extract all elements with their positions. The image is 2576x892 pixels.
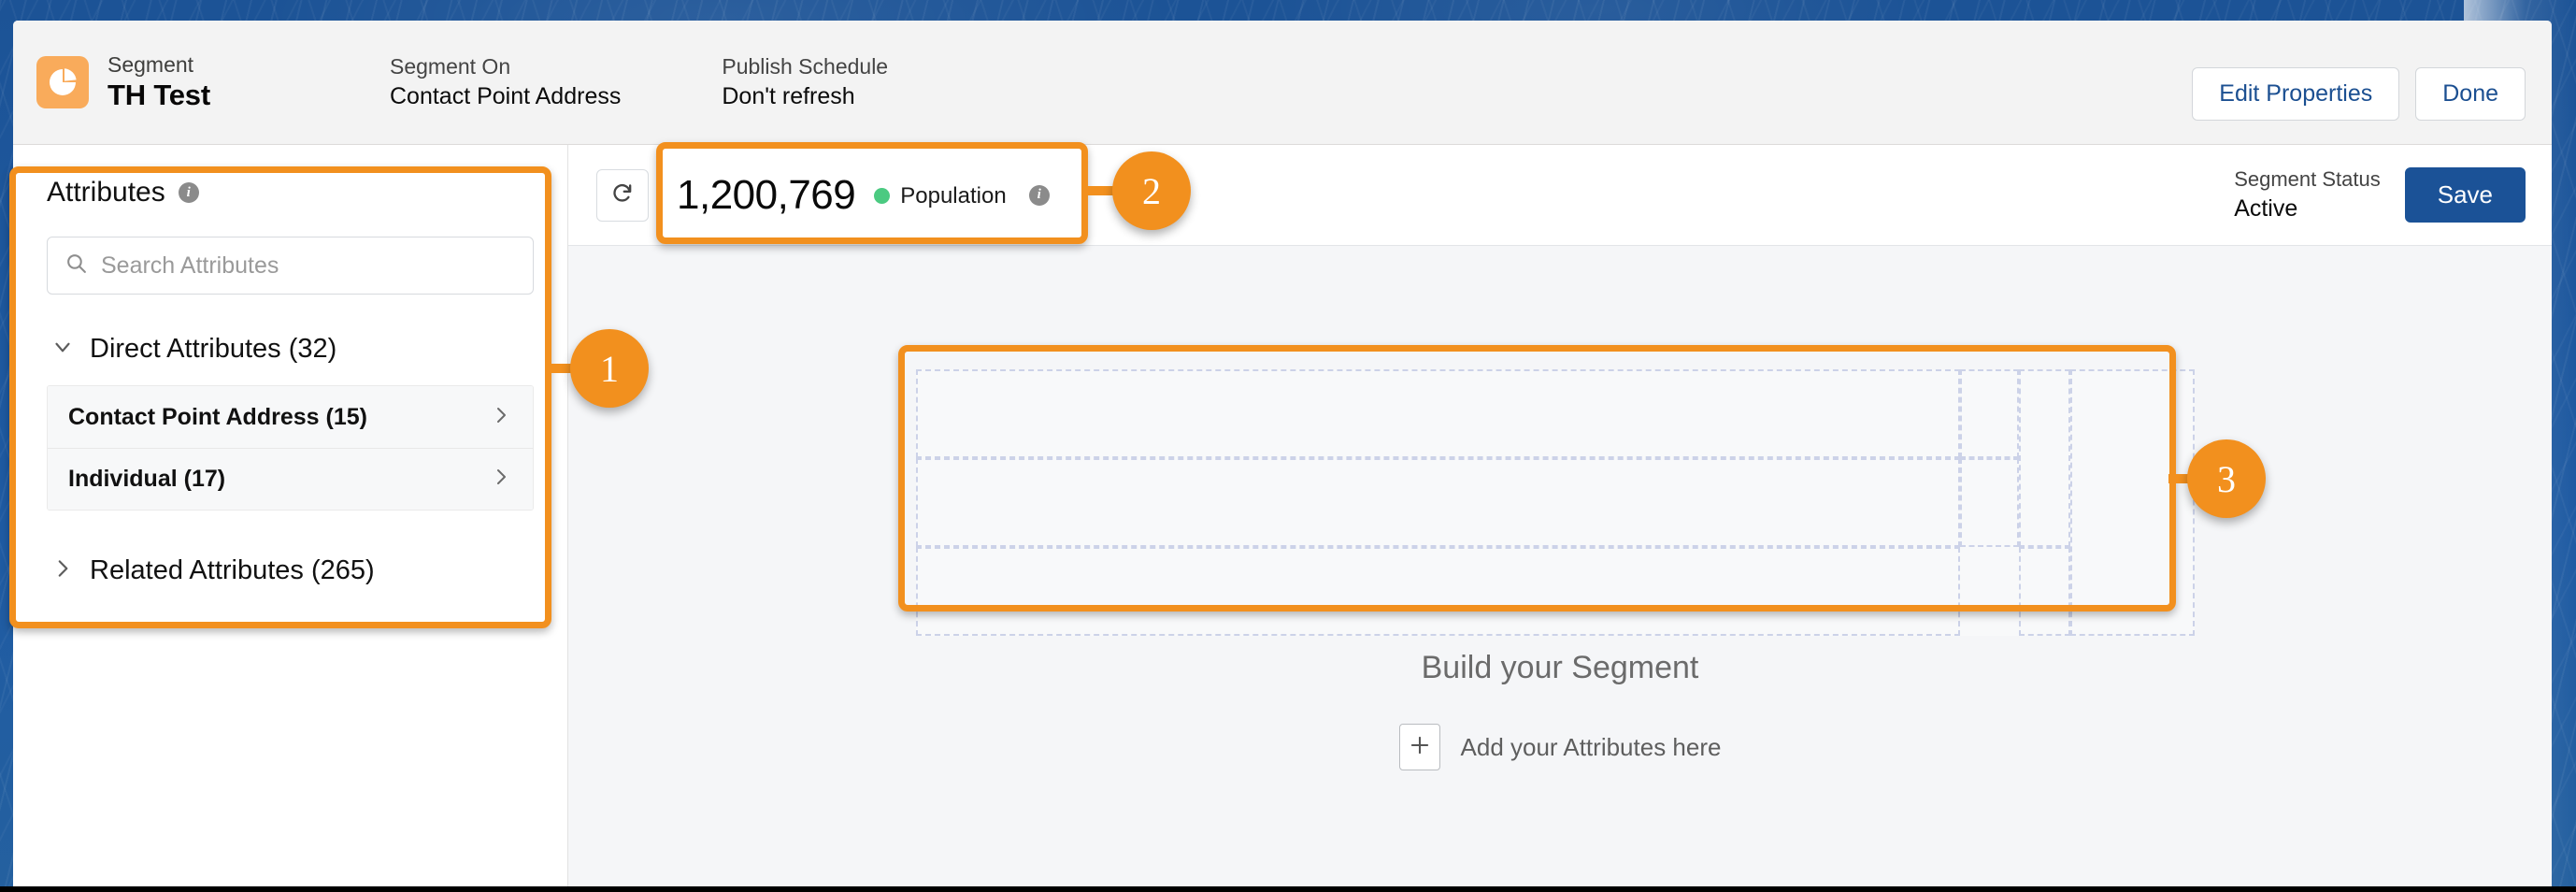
app-window: Segment TH Test Segment On Contact Point… (13, 21, 2552, 888)
canvas-toolbar: 1,200,769 Population i Segment Status Ac… (568, 145, 2552, 246)
placeholder-cell (1960, 547, 2019, 636)
population-legend-label: Population (900, 182, 1007, 209)
status-badge: Segment Status Active (2234, 166, 2381, 223)
population-info-icon[interactable]: i (1028, 184, 1050, 206)
population-dot-icon (874, 188, 891, 204)
placeholder-cell (1960, 458, 2019, 547)
placeholder-cell (2019, 547, 2070, 636)
placeholder-column-main (916, 369, 1960, 636)
placeholder-cell (916, 547, 1960, 636)
chevron-right-icon (50, 556, 75, 585)
meta-publish-schedule-value: Don't refresh (722, 82, 855, 109)
annotation-badge-3: 3 (2187, 439, 2266, 518)
annotation-badge-1: 1 (570, 329, 649, 408)
attribute-item-label: Individual (17) (68, 466, 226, 492)
plus-icon (1408, 733, 1432, 762)
attribute-item-label: Contact Point Address (15) (68, 403, 367, 430)
direct-attributes-list: Contact Point Address (15) Individual (1… (47, 385, 534, 511)
placeholder-cell (2070, 369, 2195, 636)
page-title: TH Test (107, 79, 210, 112)
save-button[interactable]: Save (2404, 167, 2526, 223)
placeholder-cell (916, 369, 1960, 458)
meta-publish-schedule: Publish Schedule Don't refresh (722, 53, 888, 111)
segment-status-label: Segment Status (2234, 166, 2381, 191)
list-item[interactable]: Contact Point Address (15) (48, 386, 533, 448)
attributes-title: Attributes (47, 177, 165, 208)
brand-text: Segment TH Test (107, 51, 210, 113)
attribute-group-related-label: Related Attributes (265) (90, 555, 375, 585)
placeholder-cell (2019, 369, 2070, 547)
screenshot-root: Segment TH Test Segment On Contact Point… (0, 0, 2576, 892)
edit-properties-button[interactable]: Edit Properties (2192, 67, 2400, 121)
add-attributes-button[interactable] (1398, 724, 1440, 770)
population-legend-top: Population (874, 182, 1007, 209)
refresh-icon (609, 180, 636, 210)
segment-canvas-placeholder[interactable] (916, 369, 2195, 636)
empty-state-subtitle: Add your Attributes here (1460, 732, 1722, 761)
search-attributes-field[interactable] (47, 237, 534, 295)
meta-segment-on-label: Segment On (389, 53, 511, 79)
page-body: Attributes i Search Attributes Direct At… (13, 145, 2552, 887)
annotation-badge-2: 2 (1112, 151, 1191, 230)
population-count: 1,200,769 (677, 171, 856, 218)
chevron-right-icon (490, 404, 512, 431)
placeholder-column-a (1960, 369, 2019, 636)
chevron-right-icon (490, 466, 512, 493)
info-icon[interactable]: i (178, 182, 199, 203)
placeholder-column-b (2019, 369, 2070, 636)
chevron-down-icon (50, 335, 75, 364)
meta-segment-on: Segment On Contact Point Address (390, 53, 621, 111)
search-input[interactable] (101, 252, 516, 280)
attributes-panel-inner: Attributes i Search Attributes Direct At… (13, 145, 567, 586)
done-button[interactable]: Done (2415, 67, 2526, 121)
meta-segment-on-value: Contact Point Address (389, 82, 622, 109)
refresh-button[interactable] (596, 168, 649, 222)
attributes-title-row: Attributes i (47, 171, 534, 209)
segment-pie-icon (36, 55, 89, 108)
page-header: Segment TH Test Segment On Contact Point… (13, 21, 2552, 145)
placeholder-column-c (2070, 369, 2195, 636)
population-summary: 1,200,769 Population i (677, 172, 1050, 219)
attributes-panel: Attributes i Search Attributes Direct At… (13, 145, 568, 887)
attribute-group-direct-label: Direct Attributes (32) (90, 334, 337, 364)
empty-state: Build your Segment Add your Attributes h… (568, 650, 2552, 770)
search-icon (64, 252, 88, 280)
segment-canvas: 1,200,769 Population i Segment Status Ac… (568, 145, 2552, 887)
placeholder-cell (1960, 369, 2019, 458)
placeholder-cell (916, 458, 1960, 547)
brand: Segment TH Test (13, 51, 210, 113)
population-legend: Population (874, 181, 1007, 209)
segment-status-area: Segment Status Active Save (2234, 166, 2526, 223)
meta-publish-schedule-label: Publish Schedule (722, 53, 889, 79)
list-item[interactable]: Individual (17) (48, 448, 533, 510)
bottom-edge (0, 886, 2576, 892)
header-meta-group: Segment On Contact Point Address Publish… (390, 53, 888, 111)
segment-status-value: Active (2234, 194, 2298, 222)
empty-state-action-row: Add your Attributes here (1398, 724, 1722, 770)
brand-kicker: Segment (107, 52, 194, 78)
empty-state-title: Build your Segment (1421, 650, 1699, 685)
attribute-group-related[interactable]: Related Attributes (265) (47, 555, 534, 586)
attribute-group-direct[interactable]: Direct Attributes (32) (47, 334, 534, 365)
header-actions: Edit Properties Done (2192, 67, 2526, 121)
